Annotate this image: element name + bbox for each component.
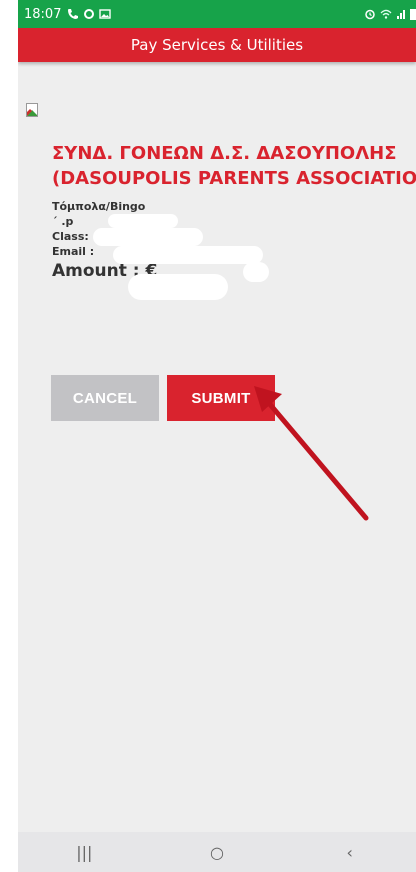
status-bar: 18:07: [18, 0, 416, 28]
cancel-button[interactable]: CANCEL: [51, 375, 159, 421]
phone-icon: [68, 9, 79, 19]
redaction-mark: [243, 262, 269, 282]
whatsapp-icon: [84, 9, 95, 19]
redaction-mark: [93, 228, 203, 246]
redaction-mark: [113, 246, 263, 264]
home-button[interactable]: ○: [187, 843, 247, 862]
wifi-icon: [380, 9, 392, 19]
merchant-name: ΣΥΝΔ. ΓΟΝΕΩΝ Δ.Σ. ΔΑΣΟΥΠΟΛΗΣ (DASOUPOLIS…: [52, 141, 416, 191]
recents-button[interactable]: |||: [54, 843, 114, 862]
alarm-icon: [365, 9, 375, 20]
phone-screen: 18:07 Pay Services & Utilities ΣΥΝΔ. ΓΟΝ…: [18, 0, 416, 872]
system-navigation-bar: ||| ○ ‹: [18, 832, 416, 872]
status-notification-icons: [67, 8, 112, 20]
arrow-annotation: [254, 386, 369, 521]
broken-image-icon: [26, 103, 38, 117]
image-icon: [99, 9, 112, 19]
service-name: Τόμπολα/Βingo: [52, 200, 146, 213]
redaction-mark: [108, 214, 178, 228]
signal-icon: [397, 10, 405, 19]
page-title: Pay Services & Utilities: [130, 36, 304, 54]
battery-icon: [410, 9, 416, 20]
merchant-name-english: (DASOUPOLIS PARENTS ASSOCIATION): [52, 168, 416, 189]
status-system-icons: [364, 8, 416, 20]
merchant-name-greek: ΣΥΝΔ. ΓΟΝΕΩΝ Δ.Σ. ΔΑΣΟΥΠΟΛΗΣ: [52, 143, 397, 164]
back-button[interactable]: ‹: [320, 843, 380, 862]
redaction-mark: [128, 274, 228, 300]
status-time: 18:07: [24, 6, 62, 22]
